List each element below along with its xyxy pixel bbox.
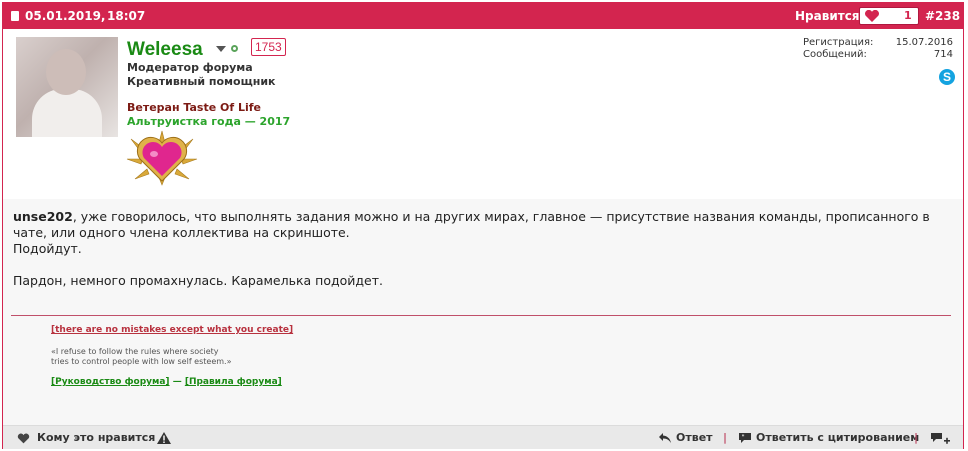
- footer-separator: |: [914, 431, 919, 444]
- warning-icon[interactable]: [157, 432, 171, 444]
- registration-date: 15.07.2016: [895, 37, 953, 48]
- author-profile: Weleesa 1753 Модератор форума Креативный…: [3, 29, 963, 200]
- message-text: , уже говорилось, что выполнять задания …: [13, 209, 930, 240]
- online-status-icon: [231, 45, 238, 52]
- post-date: 05.01.2019,: [25, 9, 106, 23]
- likes-label: Нравится:: [795, 9, 865, 23]
- signature-separator: —: [172, 377, 182, 387]
- user-award-altruist: Альтруистка года — 2017: [127, 115, 291, 128]
- reputation-badge[interactable]: 1753: [251, 38, 286, 56]
- user-mention[interactable]: unse202: [13, 209, 73, 224]
- message-line: Подойдут.: [13, 241, 82, 256]
- post-content: unse202, уже говорилось, что выполнять з…: [3, 199, 963, 425]
- reply-icon: [659, 433, 671, 443]
- post-footer: Кому это нравится Ответ | " Ответить с ц…: [3, 425, 963, 449]
- avatar[interactable]: [16, 37, 118, 137]
- user-award-veteran: Ветеран Taste Of Life: [127, 101, 262, 114]
- messages-count: 714: [933, 49, 953, 60]
- user-role-primary: Модератор форума: [127, 61, 253, 74]
- post-message: unse202, уже говорилось, что выполнять з…: [13, 209, 953, 241]
- footer-separator: |: [723, 431, 728, 444]
- signature-quote-line: «I refuse to follow the rules where soci…: [51, 347, 219, 356]
- messages-label: Сообщений:: [803, 49, 867, 60]
- forum-post: 05.01.2019, 18:07 Нравится: 1 #238 Welee…: [2, 2, 964, 449]
- post-number-link[interactable]: #238: [925, 9, 960, 23]
- message-line: Пардон, немного промахнулась. Карамелька…: [13, 273, 383, 288]
- quote-icon: ": [739, 433, 751, 443]
- skype-icon[interactable]: S: [939, 69, 955, 85]
- signature-link[interactable]: [there are no mistakes except what you c…: [51, 325, 293, 335]
- post-document-icon: [11, 11, 19, 21]
- registration-label: Регистрация:: [803, 37, 874, 48]
- like-button[interactable]: 1: [859, 7, 919, 25]
- signature-divider: [11, 315, 951, 316]
- user-role-secondary: Креативный помощник: [127, 75, 276, 88]
- heart-award-icon: [126, 130, 198, 186]
- post-header: 05.01.2019, 18:07 Нравится: 1 #238: [3, 3, 963, 29]
- post-time: 18:07: [107, 9, 146, 23]
- forum-management-link[interactable]: [Руководство форума]: [51, 377, 170, 387]
- svg-text:": ": [742, 434, 745, 441]
- heart-icon: [17, 433, 30, 444]
- chevron-down-icon[interactable]: [216, 46, 226, 52]
- who-likes-link[interactable]: Кому это нравится: [37, 431, 155, 444]
- like-count: 1: [904, 9, 912, 22]
- username-link[interactable]: Weleesa: [127, 39, 203, 61]
- reply-button[interactable]: Ответ: [676, 431, 713, 444]
- signature-quote-line: tries to control people with low self es…: [51, 357, 232, 366]
- signature-forum-links: [Руководство форума] — [Правила форума]: [51, 377, 282, 387]
- multi-quote-icon[interactable]: [930, 432, 950, 445]
- reply-with-quote-button[interactable]: Ответить с цитированием: [756, 431, 919, 444]
- forum-rules-link[interactable]: [Правила форума]: [185, 377, 282, 387]
- heart-icon: [865, 10, 879, 22]
